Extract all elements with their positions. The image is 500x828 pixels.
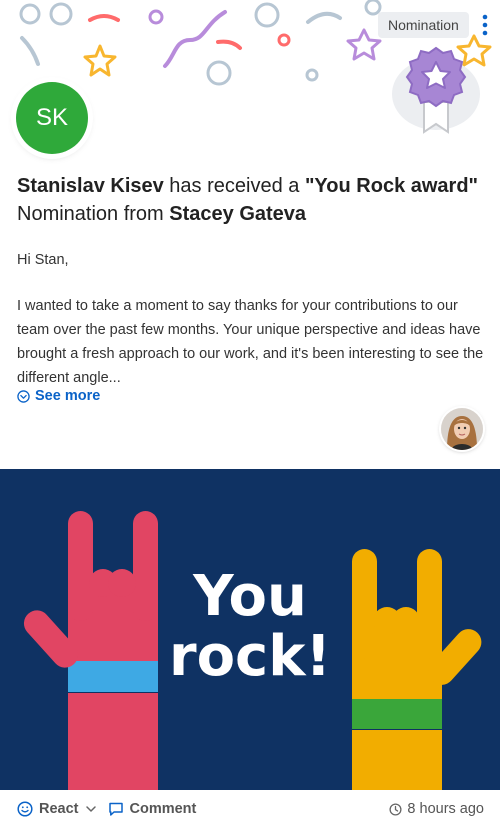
you-rock-text: You rock!	[169, 564, 331, 689]
nomination-badge-label: Nomination	[388, 17, 459, 33]
award-name: "You Rock award"	[304, 175, 479, 197]
see-more-link[interactable]: See more	[17, 388, 100, 404]
clock-icon	[389, 802, 402, 816]
post-footer: React Comment 8 hours ago	[0, 790, 500, 828]
you-rock-card-image: You rock!	[0, 469, 500, 790]
comment-icon	[108, 802, 123, 816]
card-text-line1: You	[192, 564, 307, 629]
timestamp-text: 8 hours ago	[407, 801, 484, 817]
react-button[interactable]: React	[17, 801, 98, 817]
post-timestamp: 8 hours ago	[389, 801, 484, 817]
chevron-down-circle-icon	[17, 389, 30, 403]
message-greeting: Hi Stan,	[17, 252, 69, 268]
award-ribbon-icon	[392, 46, 480, 134]
nomination-text: Nomination from	[17, 203, 170, 225]
smiley-icon	[17, 801, 33, 817]
comment-label: Comment	[129, 801, 197, 817]
see-more-label: See more	[35, 388, 101, 404]
nomination-badge: Nomination	[378, 12, 469, 38]
card-text-line2: rock!	[169, 624, 331, 689]
recipient-avatar[interactable]: SK	[16, 82, 88, 154]
more-options-icon[interactable]	[476, 12, 494, 40]
comment-button[interactable]: Comment	[108, 801, 197, 817]
received-text: has received a	[163, 175, 305, 197]
recipient-name[interactable]: Stanislav Kisev	[17, 175, 164, 197]
sender-photo	[441, 408, 483, 450]
react-label: React	[39, 801, 79, 817]
sender-avatar[interactable]	[441, 408, 483, 450]
sender-name[interactable]: Stacey Gateva	[169, 203, 306, 225]
nomination-headline: Stanislav Kisev has received a "You Rock…	[17, 172, 487, 228]
message-body: I wanted to take a moment to say thanks …	[17, 298, 484, 386]
chevron-down-icon	[85, 806, 96, 812]
recipient-initials: SK	[35, 104, 68, 131]
